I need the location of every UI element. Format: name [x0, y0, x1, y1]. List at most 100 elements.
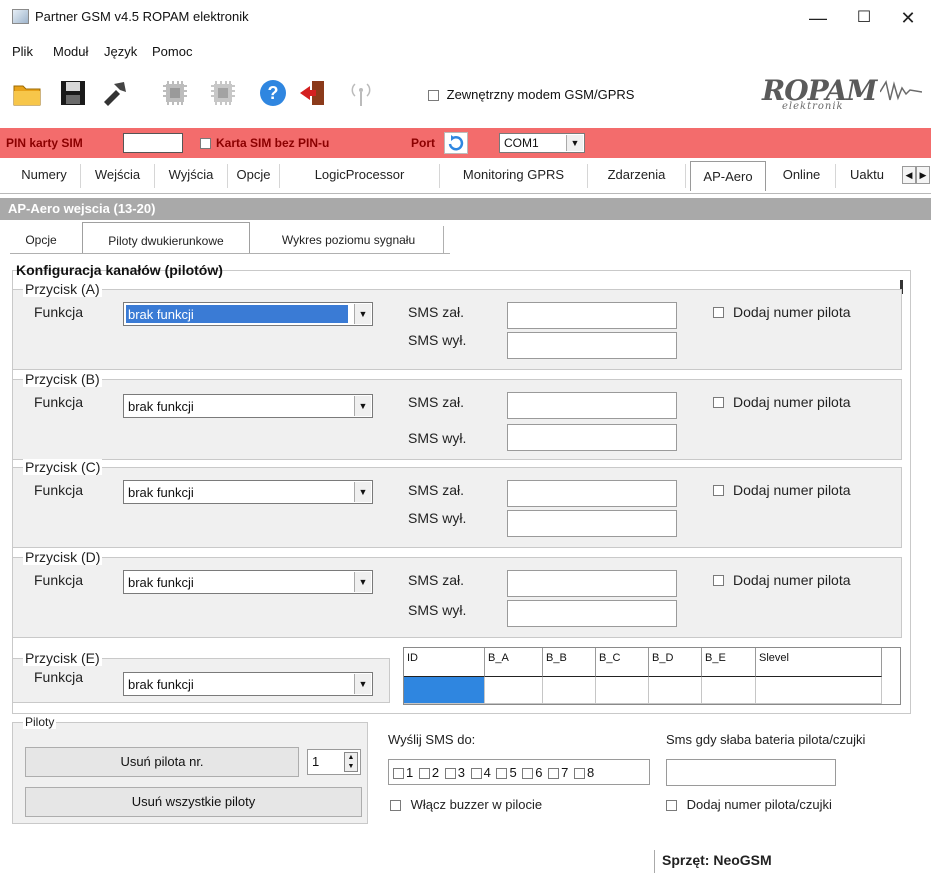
button-e-legend: Przycisk (E)	[23, 650, 102, 666]
refresh-port-button[interactable]	[444, 132, 468, 154]
sms-off-input-d[interactable]	[507, 600, 677, 627]
sms-number-checkbox-5[interactable]	[496, 768, 508, 780]
add-remote-number-label: Dodaj numer pilota	[733, 572, 851, 588]
add-remote-number-label: Dodaj numer pilota	[733, 394, 851, 410]
subtab-opcje[interactable]: Opcje	[12, 226, 70, 254]
add-remote-number-checkbox-a[interactable]	[713, 307, 724, 318]
menu-jezyk[interactable]: Język	[104, 44, 137, 59]
sms-on-input-b[interactable]	[507, 392, 677, 419]
grid-cell-selected[interactable]	[404, 677, 485, 704]
close-button[interactable]: ✕	[885, 4, 931, 32]
sms-number-checkbox-4[interactable]	[470, 768, 482, 780]
grid-cell[interactable]	[596, 677, 649, 704]
menu-plik[interactable]: Plik	[12, 44, 33, 59]
low-battery-add-number-checkbox[interactable]	[666, 800, 677, 812]
tab-zdarzenia[interactable]: Zdarzenia	[588, 164, 686, 188]
spinner-arrows-icon[interactable]: ▲ ▼	[344, 752, 358, 772]
add-remote-number-checkbox-c[interactable]	[713, 485, 724, 496]
tab-wyjscia[interactable]: Wyjścia	[155, 164, 228, 188]
buzzer-checkbox[interactable]	[390, 800, 401, 812]
chip2-icon[interactable]	[208, 78, 238, 108]
tab-scroll-right-button[interactable]: ▶	[916, 166, 930, 184]
subtab-piloty-dwukierunkowe[interactable]: Piloty dwukierunkowe	[82, 222, 250, 254]
chip-icon[interactable]	[160, 78, 190, 108]
add-remote-number-checkbox-d[interactable]	[713, 575, 724, 586]
sms-number-checkbox-1[interactable]	[393, 768, 404, 780]
tab-scroll-left-button[interactable]: ◀	[902, 166, 916, 184]
grid-cell[interactable]	[756, 677, 882, 704]
function-select-c[interactable]: brak funkcji ▼	[123, 480, 373, 504]
function-label: Funkcja	[34, 394, 84, 410]
low-battery-input[interactable]	[666, 759, 836, 786]
exit-icon[interactable]	[298, 78, 328, 108]
subtab-wykres[interactable]: Wykres poziomu sygnału	[254, 226, 444, 254]
tab-numery[interactable]: Numery	[8, 164, 81, 188]
function-select-b[interactable]: brak funkcji ▼	[123, 394, 373, 418]
tab-online[interactable]: Online	[768, 164, 836, 188]
minimize-button[interactable]: —	[795, 4, 841, 32]
external-modem-option[interactable]: Zewnętrzny modem GSM/GPRS	[428, 87, 634, 102]
tab-monitoring-gprs[interactable]: Monitoring GPRS	[440, 164, 588, 188]
grid-cell[interactable]	[543, 677, 596, 704]
function-label: Funkcja	[34, 669, 84, 685]
logo-subtext: elektronik	[782, 101, 844, 112]
tab-wejscia[interactable]: Wejścia	[81, 164, 155, 188]
sms-number-label-1: 1	[406, 765, 414, 780]
add-remote-number-checkbox-b[interactable]	[713, 397, 724, 408]
sms-on-input-a[interactable]	[507, 302, 677, 329]
remotes-grid[interactable]: ID B_A B_B B_C B_D B_E Slevel	[403, 647, 901, 705]
sms-number-checkbox-6[interactable]	[522, 768, 534, 780]
sms-on-label: SMS zał.	[408, 572, 465, 588]
sms-on-label: SMS zał.	[408, 482, 465, 498]
antenna-icon[interactable]	[346, 78, 376, 108]
menu-modul[interactable]: Moduł	[53, 44, 88, 59]
remove-remote-nr-button[interactable]: Usuń pilota nr.	[25, 747, 299, 777]
sms-number-label-5: 5	[509, 765, 517, 780]
sms-on-input-d[interactable]	[507, 570, 677, 597]
external-modem-checkbox[interactable]	[428, 90, 439, 102]
button-a-legend: Przycisk (A)	[23, 281, 102, 297]
sms-number-checkbox-2[interactable]	[418, 768, 430, 780]
maximize-button[interactable]: ☐	[841, 4, 887, 32]
tab-opcje[interactable]: Opcje	[228, 164, 280, 188]
low-battery-add-number-option[interactable]: Dodaj numer pilota/czujki	[666, 797, 832, 812]
function-select-a[interactable]: brak funkcji ▼	[123, 302, 373, 326]
menu-pomoc[interactable]: Pomoc	[152, 44, 192, 59]
sms-off-label: SMS wył.	[408, 430, 467, 446]
function-select-d[interactable]: brak funkcji ▼	[123, 570, 373, 594]
sms-off-input-c[interactable]	[507, 510, 677, 537]
sms-off-input-a[interactable]	[507, 332, 677, 359]
tools-icon[interactable]	[100, 78, 130, 108]
grid-header-id: ID	[404, 648, 485, 677]
toolbar: ? Zewnętrzny modem GSM/GPRS ROPAM elektr…	[0, 64, 931, 124]
remove-all-remotes-button[interactable]: Usuń wszystkie piloty	[25, 787, 362, 817]
tab-ap-aero[interactable]: AP-Aero	[690, 161, 766, 191]
sms-on-input-c[interactable]	[507, 480, 677, 507]
hardware-label: Sprzęt: NeoGSM	[662, 852, 772, 868]
sms-number-checkbox-7[interactable]	[548, 768, 560, 780]
window-title: Partner GSM v4.5 ROPAM elektronik	[35, 9, 249, 24]
buzzer-option[interactable]: Włącz buzzer w pilocie	[390, 797, 542, 812]
save-icon[interactable]	[58, 78, 88, 108]
pin-input[interactable]	[123, 133, 183, 153]
grid-cell[interactable]	[485, 677, 543, 704]
sms-number-checkbox-3[interactable]	[444, 768, 456, 780]
external-modem-label: Zewnętrzny modem GSM/GPRS	[446, 87, 635, 102]
button-e-group: Przycisk (E) Funkcja brak funkcji ▼	[12, 650, 390, 703]
grid-cell[interactable]	[649, 677, 702, 704]
buzzer-label: Włącz buzzer w pilocie	[410, 797, 543, 812]
sms-off-input-b[interactable]	[507, 424, 677, 451]
function-select-b-value: brak funkcji	[128, 399, 194, 414]
folder-icon[interactable]	[12, 78, 42, 108]
function-select-e[interactable]: brak funkcji ▼	[123, 672, 373, 696]
no-pin-checkbox[interactable]	[200, 138, 211, 149]
grid-cell[interactable]	[702, 677, 756, 704]
help-icon[interactable]: ?	[258, 78, 288, 108]
sms-number-checkbox-8[interactable]	[574, 768, 586, 780]
tab-logicprocessor[interactable]: LogicProcessor	[280, 164, 440, 188]
piloty-group: Piloty Usuń pilota nr. 1 ▲ ▼ Usuń wszystk…	[12, 715, 368, 824]
tab-uaktualnienie[interactable]: Uaktu	[836, 164, 898, 188]
port-select[interactable]: COM1 ▼	[499, 133, 585, 153]
remote-nr-spinner[interactable]: 1 ▲ ▼	[307, 749, 361, 775]
piloty-legend: Piloty	[23, 715, 57, 729]
